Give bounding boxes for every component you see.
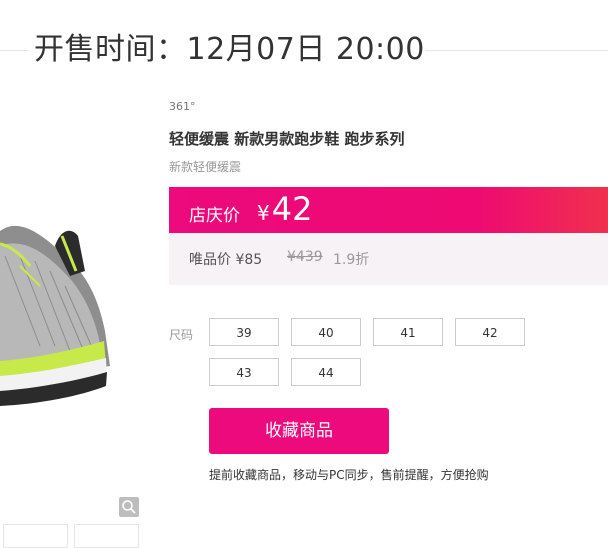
magnifier-icon[interactable] xyxy=(119,497,139,517)
size-option-41[interactable]: 41 xyxy=(373,318,443,346)
size-option-43[interactable]: 43 xyxy=(209,358,279,386)
currency-symbol: ¥ xyxy=(257,201,270,225)
product-title: 轻便缓震 新款男款跑步鞋 跑步系列 xyxy=(169,130,405,148)
thumbnail-2[interactable] xyxy=(74,524,139,548)
product-image[interactable] xyxy=(0,96,138,516)
shoe-illustration xyxy=(0,225,110,406)
promo-price-bar: 店庆价 ¥42 xyxy=(169,187,608,233)
thumbnail-1[interactable] xyxy=(3,524,68,548)
size-option-42[interactable]: 42 xyxy=(455,318,525,346)
brand-name: 361° xyxy=(169,100,196,113)
size-option-39[interactable]: 39 xyxy=(209,318,279,346)
favorite-button[interactable]: 收藏商品 xyxy=(209,408,389,454)
size-option-44[interactable]: 44 xyxy=(291,358,361,386)
vip-price: 唯品价 ¥85 xyxy=(189,252,263,268)
sale-time-heading: 开售时间：12月07日 20:00 xyxy=(34,30,425,70)
original-price: ¥439 xyxy=(287,249,323,265)
header-divider-left xyxy=(0,50,28,51)
favorite-note: 提前收藏商品，移动与PC同步，售前提醒，方便抢购 xyxy=(209,468,489,482)
promo-price-number: 42 xyxy=(271,190,313,228)
vip-price-bar: 唯品价 ¥85 ¥439 1.9折 xyxy=(169,233,608,285)
size-label: 尺码 xyxy=(169,328,194,342)
header-divider-right xyxy=(425,50,608,51)
discount-rate: 1.9折 xyxy=(333,252,370,268)
size-option-40[interactable]: 40 xyxy=(291,318,361,346)
promo-price-label: 店庆价 xyxy=(189,206,240,226)
promo-price-value: ¥42 xyxy=(257,187,312,235)
product-subtitle: 新款轻便缓震 xyxy=(169,160,242,174)
